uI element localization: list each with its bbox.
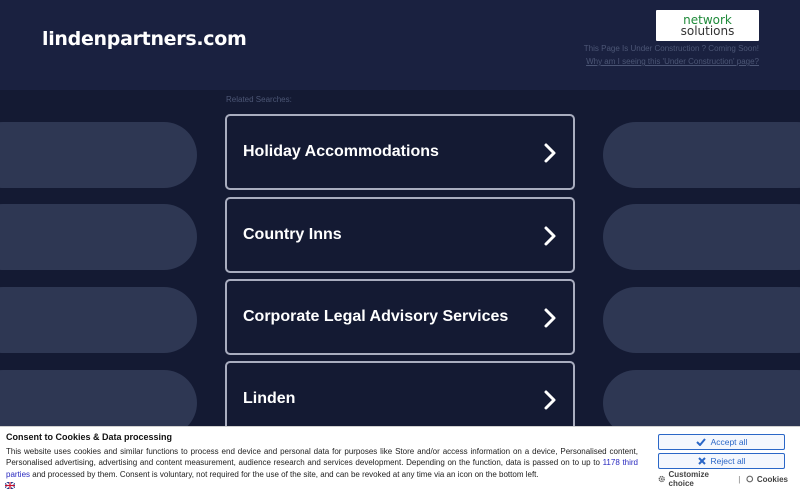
decorative-pill	[0, 122, 197, 188]
uk-flag-icon[interactable]	[5, 482, 15, 489]
related-search-label: Corporate Legal Advisory Services	[243, 308, 509, 325]
cookie-banner-text: This website uses cookies and similar fu…	[6, 446, 638, 480]
chevron-right-icon	[544, 390, 556, 410]
network-solutions-logo[interactable]: network solutions	[656, 10, 759, 41]
options-separator: |	[738, 474, 741, 484]
reject-all-label: Reject all	[710, 456, 746, 466]
cookie-banner-title: Consent to Cookies & Data processing	[6, 432, 173, 442]
chevron-right-icon	[544, 226, 556, 246]
decorative-pill	[603, 287, 800, 353]
check-icon	[695, 438, 706, 446]
decorative-pill	[0, 287, 197, 353]
cookie-text-part-2: and processed by them. Consent is volunt…	[30, 469, 539, 479]
domain-title: lindenpartners.com	[42, 28, 247, 50]
accept-all-button[interactable]: Accept all	[658, 434, 785, 450]
accept-all-label: Accept all	[710, 437, 748, 447]
related-search-label: Country Inns	[243, 226, 342, 243]
logo-line-2: solutions	[680, 23, 735, 38]
cookie-options-row: Customize choice | Cookies	[658, 470, 788, 488]
close-icon	[697, 457, 706, 465]
gear-icon	[658, 475, 665, 483]
related-search-link[interactable]: Corporate Legal Advisory Services	[225, 279, 575, 355]
cookie-consent-banner: Consent to Cookies & Data processing Thi…	[0, 426, 800, 500]
customize-choice-link[interactable]: Customize choice	[669, 470, 733, 488]
decorative-pill	[603, 122, 800, 188]
reject-all-button[interactable]: Reject all	[658, 453, 785, 469]
chevron-right-icon	[544, 308, 556, 328]
related-search-link[interactable]: Country Inns	[225, 197, 575, 273]
related-searches-label: Related Searches:	[226, 95, 292, 104]
cookie-icon	[746, 475, 754, 483]
decorative-pill	[603, 204, 800, 270]
related-search-link[interactable]: Holiday Accommodations	[225, 114, 575, 190]
under-construction-text: This Page Is Under Construction ? Coming…	[583, 44, 759, 53]
cookie-text-part-1: This website uses cookies and similar fu…	[6, 447, 638, 468]
cookies-link[interactable]: Cookies	[757, 475, 788, 484]
chevron-right-icon	[544, 143, 556, 163]
decorative-pill	[0, 204, 197, 270]
why-under-construction-link[interactable]: Why am I seeing this 'Under Construction…	[586, 57, 759, 66]
related-search-label: Holiday Accommodations	[243, 143, 439, 160]
related-search-label: Linden	[243, 390, 296, 407]
